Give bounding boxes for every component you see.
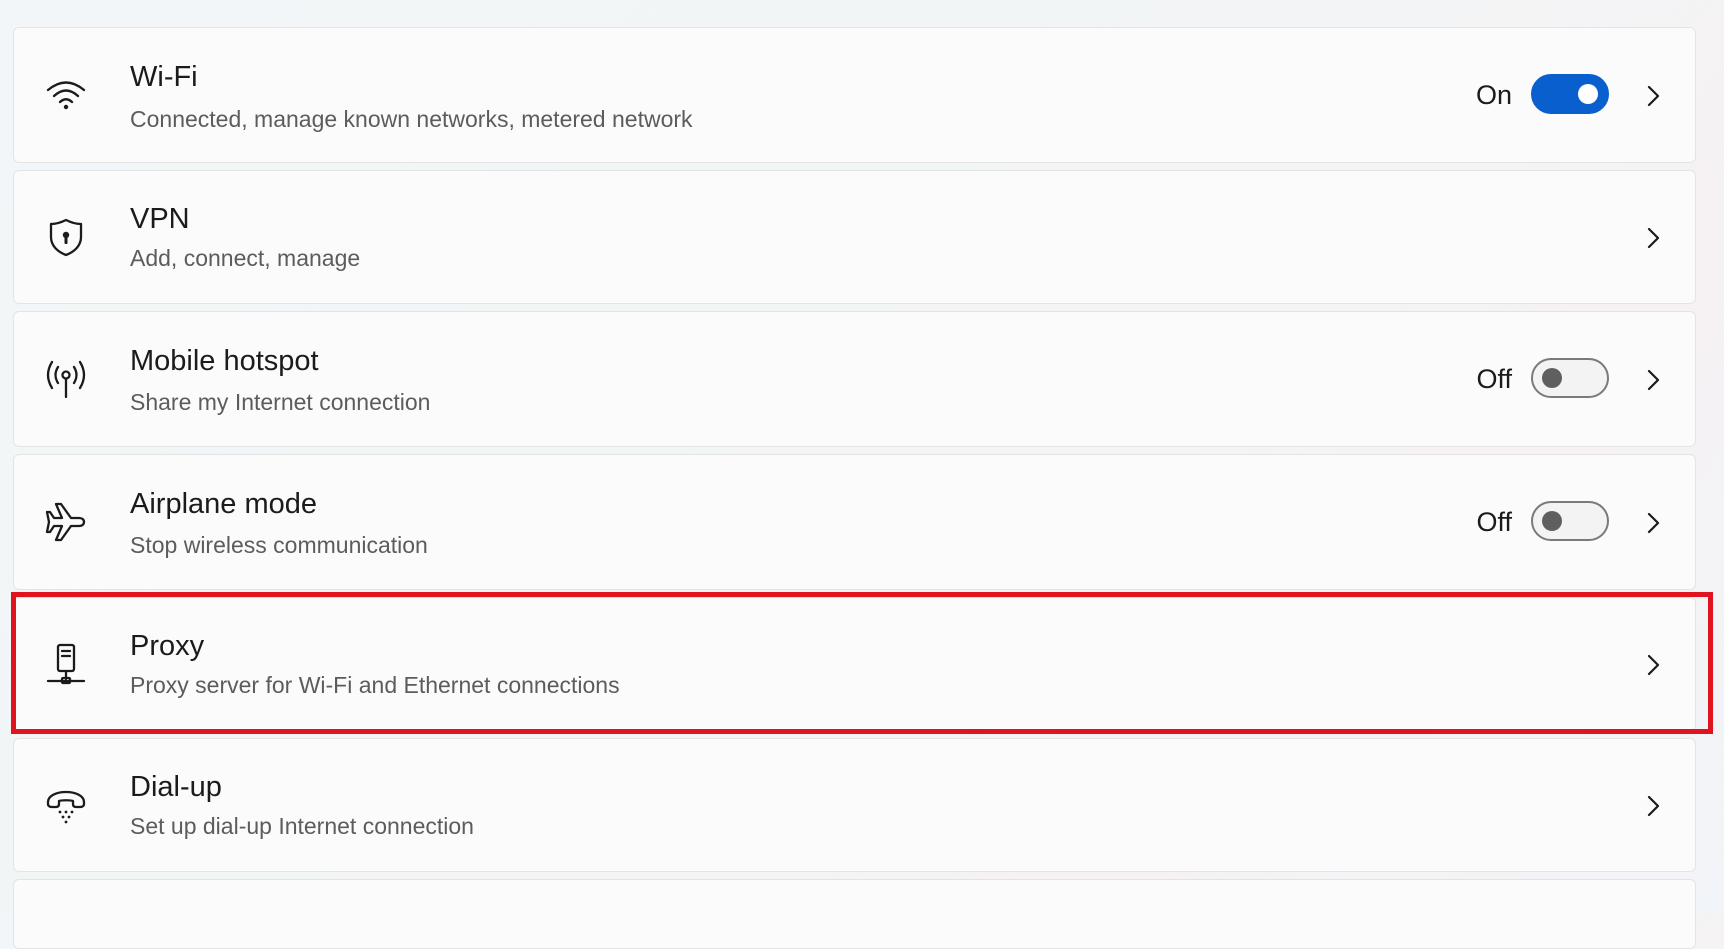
proxy-title: Proxy [130,630,205,662]
toggle-knob [1578,84,1598,104]
proxy-card[interactable]: Proxy Proxy server for Wi-Fi and Etherne… [13,597,1696,731]
wifi-toggle[interactable] [1531,74,1609,114]
chevron-right-icon[interactable] [1641,368,1665,392]
airplane-mode-toggle[interactable] [1531,501,1609,541]
wifi-title: Wi-Fi [130,61,198,93]
proxy-icon [44,642,88,686]
proxy-subtitle: Proxy server for Wi-Fi and Ethernet conn… [130,672,620,698]
chevron-right-icon[interactable] [1641,794,1665,818]
airplane-mode-card[interactable]: Airplane mode Stop wireless communicatio… [13,454,1696,590]
dialup-phone-icon [44,783,88,827]
airplane-mode-title: Airplane mode [130,488,317,520]
wifi-state-label: On [1475,80,1512,110]
vpn-shield-icon [44,215,88,259]
mobile-hotspot-state-label: Off [1476,364,1512,394]
chevron-right-icon[interactable] [1641,653,1665,677]
wifi-card[interactable]: Wi-Fi Connected, manage known networks, … [13,27,1696,163]
chevron-right-icon[interactable] [1641,511,1665,535]
chevron-right-icon[interactable] [1641,84,1665,108]
dial-up-subtitle: Set up dial-up Internet connection [130,813,474,839]
airplane-mode-state-label: Off [1476,507,1512,537]
mobile-hotspot-toggle[interactable] [1531,358,1609,398]
vpn-card[interactable]: VPN Add, connect, manage [13,170,1696,304]
chevron-right-icon[interactable] [1641,226,1665,250]
next-settings-card-partial[interactable] [13,879,1696,949]
wifi-icon [44,73,88,117]
hotspot-icon [44,357,88,401]
toggle-knob [1542,368,1562,388]
wifi-subtitle: Connected, manage known networks, metere… [130,106,693,132]
dial-up-title: Dial-up [130,771,222,803]
mobile-hotspot-card[interactable]: Mobile hotspot Share my Internet connect… [13,311,1696,447]
toggle-knob [1542,511,1562,531]
vpn-subtitle: Add, connect, manage [130,245,361,271]
mobile-hotspot-title: Mobile hotspot [130,345,319,377]
dial-up-card[interactable]: Dial-up Set up dial-up Internet connecti… [13,738,1696,872]
mobile-hotspot-subtitle: Share my Internet connection [130,389,431,415]
vpn-title: VPN [130,203,190,235]
airplane-icon [44,500,88,544]
airplane-mode-subtitle: Stop wireless communication [130,532,428,558]
